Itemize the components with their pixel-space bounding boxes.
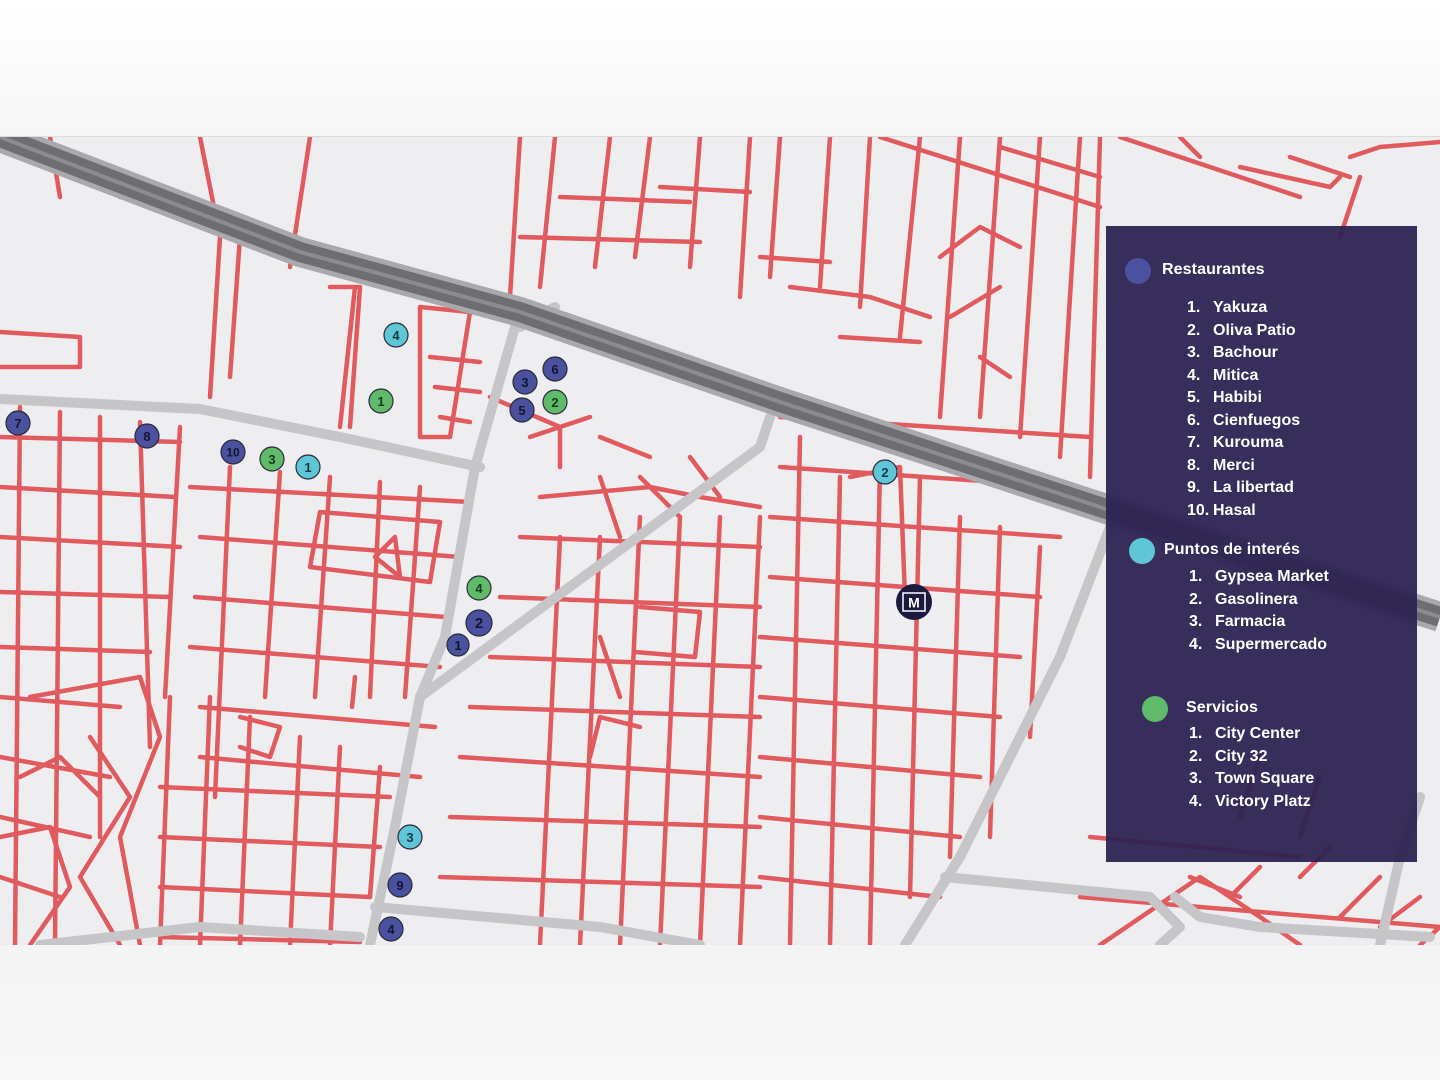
- restaurant-marker-label: 10: [226, 446, 240, 460]
- interest-marker-3[interactable]: 3: [397, 824, 423, 850]
- services-dot-icon: [1142, 696, 1168, 722]
- legend-item: 4. Victory Platz: [1189, 792, 1311, 810]
- restaurant-marker-3[interactable]: 3: [512, 369, 538, 395]
- legend-item: 4. Mitica: [1187, 366, 1259, 384]
- services-marker-3[interactable]: 3: [259, 446, 285, 472]
- services-marker-label: 3: [268, 452, 275, 467]
- legend-title-restaurants: Restaurantes: [1162, 261, 1265, 278]
- restaurant-marker-8[interactable]: 8: [134, 423, 160, 449]
- legend-services: Servicios 1. City Center 2. City 32 3. Town…: [1106, 696, 1417, 810]
- legend-item: 10. Hasal: [1187, 501, 1256, 519]
- legend-item: 7. Kurouma: [1187, 434, 1284, 451]
- services-marker-label: 1: [377, 394, 384, 409]
- interest-marker-label: 4: [392, 328, 400, 343]
- legend-item: 2. Gasolinera: [1189, 590, 1298, 608]
- restaurant-marker-label: 9: [396, 878, 403, 893]
- services-marker-1[interactable]: 1: [368, 388, 394, 414]
- restaurant-marker-5[interactable]: 5: [509, 397, 535, 423]
- legend-interest-list: 1. Gypsea Market 2. Gasolinera 3. Farmacia …: [1189, 566, 1329, 656]
- legend-restaurants: Restaurantes 1. Yakuza 2. Oliva Patio 3. Ba…: [1106, 258, 1417, 519]
- interest-marker-2[interactable]: 2: [872, 459, 898, 485]
- legend-item: 1. City Center: [1189, 725, 1301, 742]
- restaurant-marker-1[interactable]: 1: [446, 633, 470, 657]
- legend-interest: Puntos de interés 1. Gypsea Market 2. Gaso…: [1106, 538, 1417, 653]
- legend-title-interest: Puntos de interés: [1164, 541, 1300, 558]
- map-legend: Restaurantes 1. Yakuza 2. Oliva Patio 3. Ba…: [1106, 226, 1417, 862]
- restaurant-marker-9[interactable]: 9: [387, 872, 413, 898]
- legend-item: 2. Oliva Patio: [1187, 321, 1296, 339]
- services-marker-4[interactable]: 4: [466, 575, 492, 601]
- legend-item: 3. Farmacia: [1189, 613, 1286, 630]
- interest-marker-label: 2: [881, 465, 888, 480]
- restaurant-marker-4[interactable]: 4: [378, 916, 404, 942]
- property-logo-icon[interactable]: M: [896, 584, 932, 620]
- restaurant-marker-label: 1: [454, 638, 461, 653]
- restaurant-marker-label: 7: [14, 416, 21, 431]
- services-marker-2[interactable]: 2: [542, 389, 568, 415]
- interest-marker-label: 1: [304, 460, 311, 475]
- page-footer-band: [0, 944, 1440, 1080]
- restaurant-marker-2[interactable]: 2: [465, 609, 493, 637]
- legend-title-services: Servicios: [1186, 699, 1259, 716]
- property-logo-label: M: [908, 595, 920, 611]
- interest-dot-icon: [1129, 538, 1155, 564]
- map-frame[interactable]: 1 2 3 4 5 6 7 8 9 10 1 2 3 4 1 2 3 4 M Restaurantes 1. Yaku…: [0, 136, 1440, 945]
- interest-marker-4[interactable]: 4: [383, 322, 409, 348]
- legend-item: 3. Town Square: [1189, 770, 1315, 787]
- restaurant-marker-label: 8: [143, 429, 150, 444]
- legend-item: 6. Cienfuegos: [1187, 411, 1301, 429]
- restaurant-marker-label: 4: [387, 922, 395, 937]
- legend-item: 8. Merci: [1187, 456, 1255, 474]
- restaurant-marker-label: 2: [475, 615, 483, 632]
- legend-services-list: 1. City Center 2. City 32 3. Town Square 4.…: [1189, 723, 1314, 813]
- interest-marker-1[interactable]: 1: [295, 454, 321, 480]
- restaurant-dot-icon: [1125, 258, 1151, 284]
- legend-item: 2. City 32: [1189, 747, 1268, 765]
- interest-marker-label: 3: [406, 830, 413, 845]
- restaurant-marker-label: 6: [551, 362, 558, 377]
- restaurant-marker-7[interactable]: 7: [5, 410, 31, 436]
- restaurant-marker-6[interactable]: 6: [542, 356, 568, 382]
- services-marker-label: 4: [475, 581, 483, 596]
- legend-item: 3. Bachour: [1187, 344, 1278, 361]
- legend-restaurant-list: 1. Yakuza 2. Oliva Patio 3. Bachour 4. Mitic…: [1187, 297, 1300, 522]
- restaurant-marker-label: 3: [521, 375, 528, 390]
- legend-item: 4. Supermercado: [1189, 635, 1328, 653]
- legend-item: 1. Gypsea Market: [1189, 568, 1329, 585]
- legend-item: 9. La libertad: [1187, 479, 1294, 496]
- legend-item: 1. Yakuza: [1187, 299, 1268, 316]
- legend-item: 5. Habibi: [1187, 389, 1262, 406]
- restaurant-marker-10[interactable]: 10: [220, 439, 246, 465]
- services-marker-label: 2: [551, 395, 558, 410]
- restaurant-marker-label: 5: [518, 403, 525, 418]
